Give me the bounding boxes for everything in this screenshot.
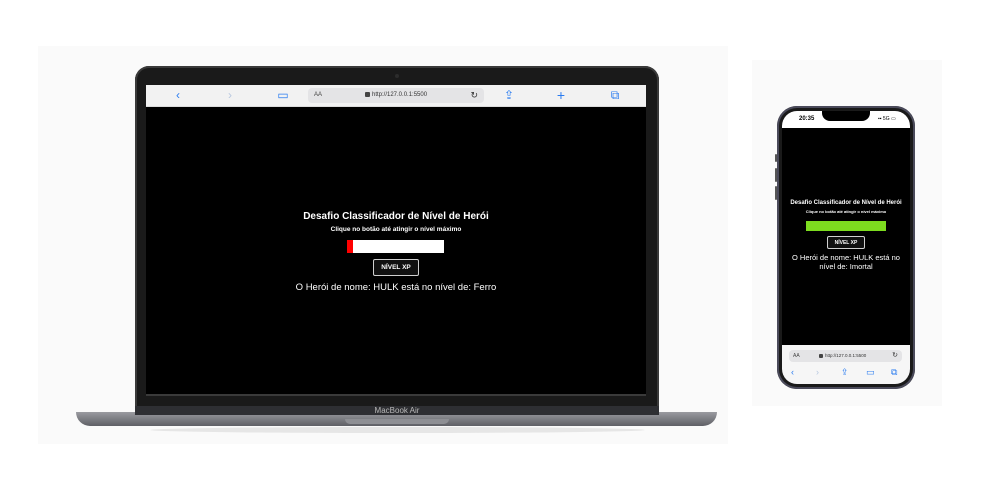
xp-progress-fill: [347, 240, 353, 253]
reload-icon[interactable]: ↻: [470, 88, 478, 103]
xp-level-button[interactable]: NÍVEL XP: [827, 236, 865, 249]
page-subtitle: Clique no botão até atingir o nível máxi…: [805, 209, 887, 214]
forward-icon[interactable]: ›: [224, 88, 236, 103]
phone-status-bar: 20:35 ▪▪ 5G ▭: [782, 111, 910, 128]
laptop-brand-label: MacBook Air: [374, 406, 420, 415]
phone-screen: 20:35 ▪▪ 5G ▭ Desafio Classificador de N…: [782, 111, 910, 384]
tabs-icon[interactable]: ⧉: [608, 88, 622, 103]
laptop-shadow: [150, 427, 645, 433]
xp-progress-bar: [806, 221, 886, 231]
back-icon[interactable]: ‹: [172, 88, 184, 103]
url-text: http://127.0.0.1:5500: [825, 353, 867, 358]
xp-progress-fill: [806, 221, 886, 231]
forward-icon[interactable]: ›: [816, 366, 819, 378]
laptop-screen: ‹ › ▭ AA http://127.0.0.1:5500 ↻ ⇪ + ⧉ D…: [146, 85, 646, 396]
xp-level-button[interactable]: NÍVEL XP: [373, 259, 419, 276]
signal-icon: ▪▪ 5G ▭: [878, 116, 896, 122]
hero-level-result: O Herói de nome: HULK está no nível de: …: [295, 282, 497, 293]
back-icon[interactable]: ‹: [791, 366, 794, 378]
screen-divider: [146, 394, 646, 396]
reload-icon[interactable]: ↻: [892, 350, 898, 362]
laptop-notch: [345, 419, 449, 424]
new-tab-icon[interactable]: +: [554, 88, 568, 103]
tabs-icon[interactable]: ⧉: [891, 366, 897, 378]
reader-icon[interactable]: ▭: [276, 88, 290, 103]
url-text: http://127.0.0.1:5500: [372, 92, 428, 98]
hero-level-result-line: O Herói de nome: HULK está no: [792, 253, 900, 262]
share-icon[interactable]: ⇪: [841, 366, 849, 378]
camera-icon: [395, 74, 399, 78]
lock-icon: [365, 92, 370, 97]
dynamic-island: [822, 111, 870, 121]
hero-level-result-line: nível de: Imortal: [819, 262, 873, 271]
text-size-button[interactable]: AA: [314, 88, 322, 103]
page-title: Desafio Classificador de Nível de Herói: [303, 211, 489, 222]
status-time: 20:35: [799, 116, 815, 122]
share-icon[interactable]: ⇪: [502, 88, 516, 103]
address-bar[interactable]: AA http://127.0.0.1:5500 ↻: [308, 88, 484, 103]
hero-level-result: O Herói de nome: HULK está no nível de: …: [782, 253, 910, 271]
address-bar[interactable]: AA http://127.0.0.1:5500 ↻: [789, 350, 902, 362]
lock-icon: [819, 354, 823, 358]
phone-browser-bar: AA http://127.0.0.1:5500 ↻ ‹ › ⇪ ▭ ⧉: [782, 345, 910, 384]
text-size-button[interactable]: AA: [793, 350, 800, 362]
xp-progress-bar: [347, 240, 444, 253]
bookmarks-icon[interactable]: ▭: [866, 366, 875, 378]
browser-toolbar: ‹ › ▭ AA http://127.0.0.1:5500 ↻ ⇪ + ⧉: [146, 85, 646, 107]
page-subtitle: Clique no botão até atingir o nível máxi…: [330, 226, 462, 233]
page-title: Desafio Classificador de Nível de Herói: [790, 200, 902, 206]
